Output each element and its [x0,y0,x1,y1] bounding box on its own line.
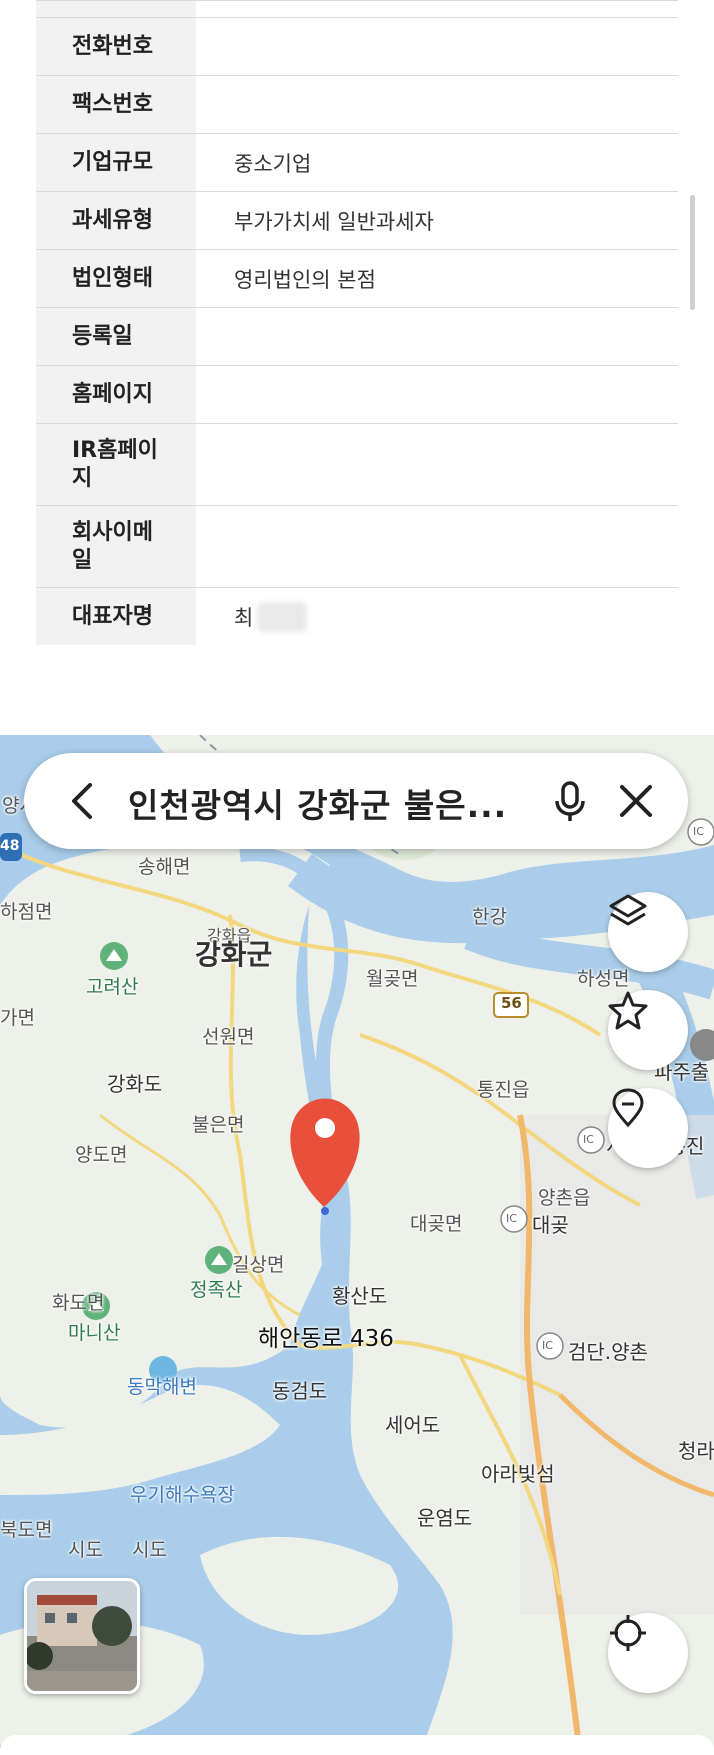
scrollbar-thumb[interactable] [690,195,695,310]
row-label: IR홈페이 지 [36,424,196,505]
place-label: 강화도 [107,1072,163,1096]
table-row: 전화번호 [36,18,678,76]
clear-search-button[interactable] [612,777,660,825]
current-location-button[interactable] [608,1613,688,1693]
route-56-badge: 56 [501,994,522,1012]
crosshair-icon [610,1615,646,1651]
row-label: 홈페이지 [36,366,196,423]
place-label: 마니산 [68,1322,121,1344]
place-label: 시도 [132,1539,167,1561]
place-label: 월곶면 [366,968,419,990]
close-icon [620,785,652,817]
row-label: 기업규모 [36,134,196,191]
row-value [196,366,678,423]
pin-address-label: 해안동로 436 [258,1326,394,1352]
layers-icon [609,894,647,926]
search-query-text[interactable]: 인천광역시 강화군 불은... [128,779,507,827]
street-view-thumbnail[interactable] [24,1578,140,1694]
map-search-bar[interactable]: 인천광역시 강화군 불은... [24,753,688,849]
place-label: 세어도 [385,1413,441,1437]
ic-icon: IC [506,1212,517,1225]
table-row: 법인형태 영리법인의 본점 [36,250,678,308]
place-label: 선원면 [202,1026,255,1048]
table-row: 등록일 [36,308,678,366]
place-label: 운염도 [417,1506,473,1530]
table-row-top-partial [36,1,678,18]
row-label: 회사이메 일 [36,506,196,587]
map-view[interactable]: 56 48 IC IC IC IC 양사면 송해면 하점면 강화읍 강화군 고려… [0,735,714,1755]
microphone-icon [555,781,585,821]
place-label: 고려산 [86,976,139,998]
place-label: 한강 [472,906,507,928]
place-label: 양촌읍 [538,1187,591,1209]
place-label: 동검도 [272,1379,328,1403]
favorites-button[interactable] [608,990,688,1070]
place-label: 아라빛섬 [481,1462,555,1486]
ic-icon: IC [583,1133,594,1146]
place-label: 대곶 [532,1213,569,1237]
place-label: 동막해변 [127,1376,197,1398]
table-row: 기업규모 중소기업 [36,134,678,192]
representative-name: 최 [234,605,254,630]
street-view-image [27,1581,137,1691]
place-label: 대곶면 [410,1213,463,1235]
place-label: 화도면 [52,1292,105,1314]
row-value: 부가가치세 일반과세자 [234,209,434,234]
table-row: 팩스번호 [36,76,678,134]
bottom-sheet-handle[interactable] [0,1735,714,1755]
location-marker-button[interactable] [608,1088,688,1168]
row-value [196,506,678,587]
row-label: 전화번호 [36,18,196,75]
table-row: 회사이메 일 [36,506,678,588]
map-layers-button[interactable] [608,892,688,972]
row-value: 중소기업 [234,151,312,176]
place-label: 하점면 [0,901,53,923]
place-label: 북도면 [0,1519,53,1541]
place-label: 통진읍 [477,1079,530,1101]
place-label: 송해면 [138,856,191,878]
place-label: 양도면 [75,1144,128,1166]
place-label: 하성면 [577,968,630,990]
place-label: 불은면 [192,1114,245,1136]
ic-icon: IC [693,825,704,838]
row-value [196,76,678,133]
place-label: 황산도 [332,1284,388,1308]
row-label: 등록일 [36,308,196,365]
row-label: 과세유형 [36,192,196,249]
place-label: 가면 [0,1007,35,1029]
company-info-table: 전화번호 팩스번호 기업규모 중소기업 과세유형 부가가치세 일반과세자 법인형… [36,0,678,645]
place-label: 우기해수욕장 [130,1484,235,1506]
table-row: 홈페이지 [36,366,678,424]
company-info-panel: 전화번호 팩스번호 기업규모 중소기업 과세유형 부가가치세 일반과세자 법인형… [0,0,714,730]
row-value: 영리법인의 본점 [234,267,376,292]
place-label: 청라 [678,1439,714,1463]
voice-search-button[interactable] [546,777,594,825]
place-label: 검단.양촌 [568,1340,648,1364]
back-button[interactable] [62,777,102,825]
route-48-badge: 48 [0,838,20,854]
place-label: 시도 [68,1539,103,1561]
place-label: 길상면 [232,1254,285,1276]
table-row: 대표자명 최 [36,588,678,645]
chevron-left-icon [72,783,92,819]
blurred-name-redaction [257,601,308,632]
table-row: IR홈페이 지 [36,424,678,506]
row-label: 대표자명 [36,588,196,645]
row-label: 법인형태 [36,250,196,307]
row-value [196,308,678,365]
place-label-ganghwa-gun: 강화군 [195,938,273,971]
map-pin-icon [612,1088,644,1128]
row-label: 팩스번호 [36,76,196,133]
row-value: 최 [196,588,678,645]
row-value [196,18,678,75]
place-label: 정족산 [190,1279,243,1301]
ic-icon: IC [542,1339,553,1352]
star-icon [608,991,648,1030]
table-row: 과세유형 부가가치세 일반과세자 [36,192,678,250]
row-value [196,424,678,505]
